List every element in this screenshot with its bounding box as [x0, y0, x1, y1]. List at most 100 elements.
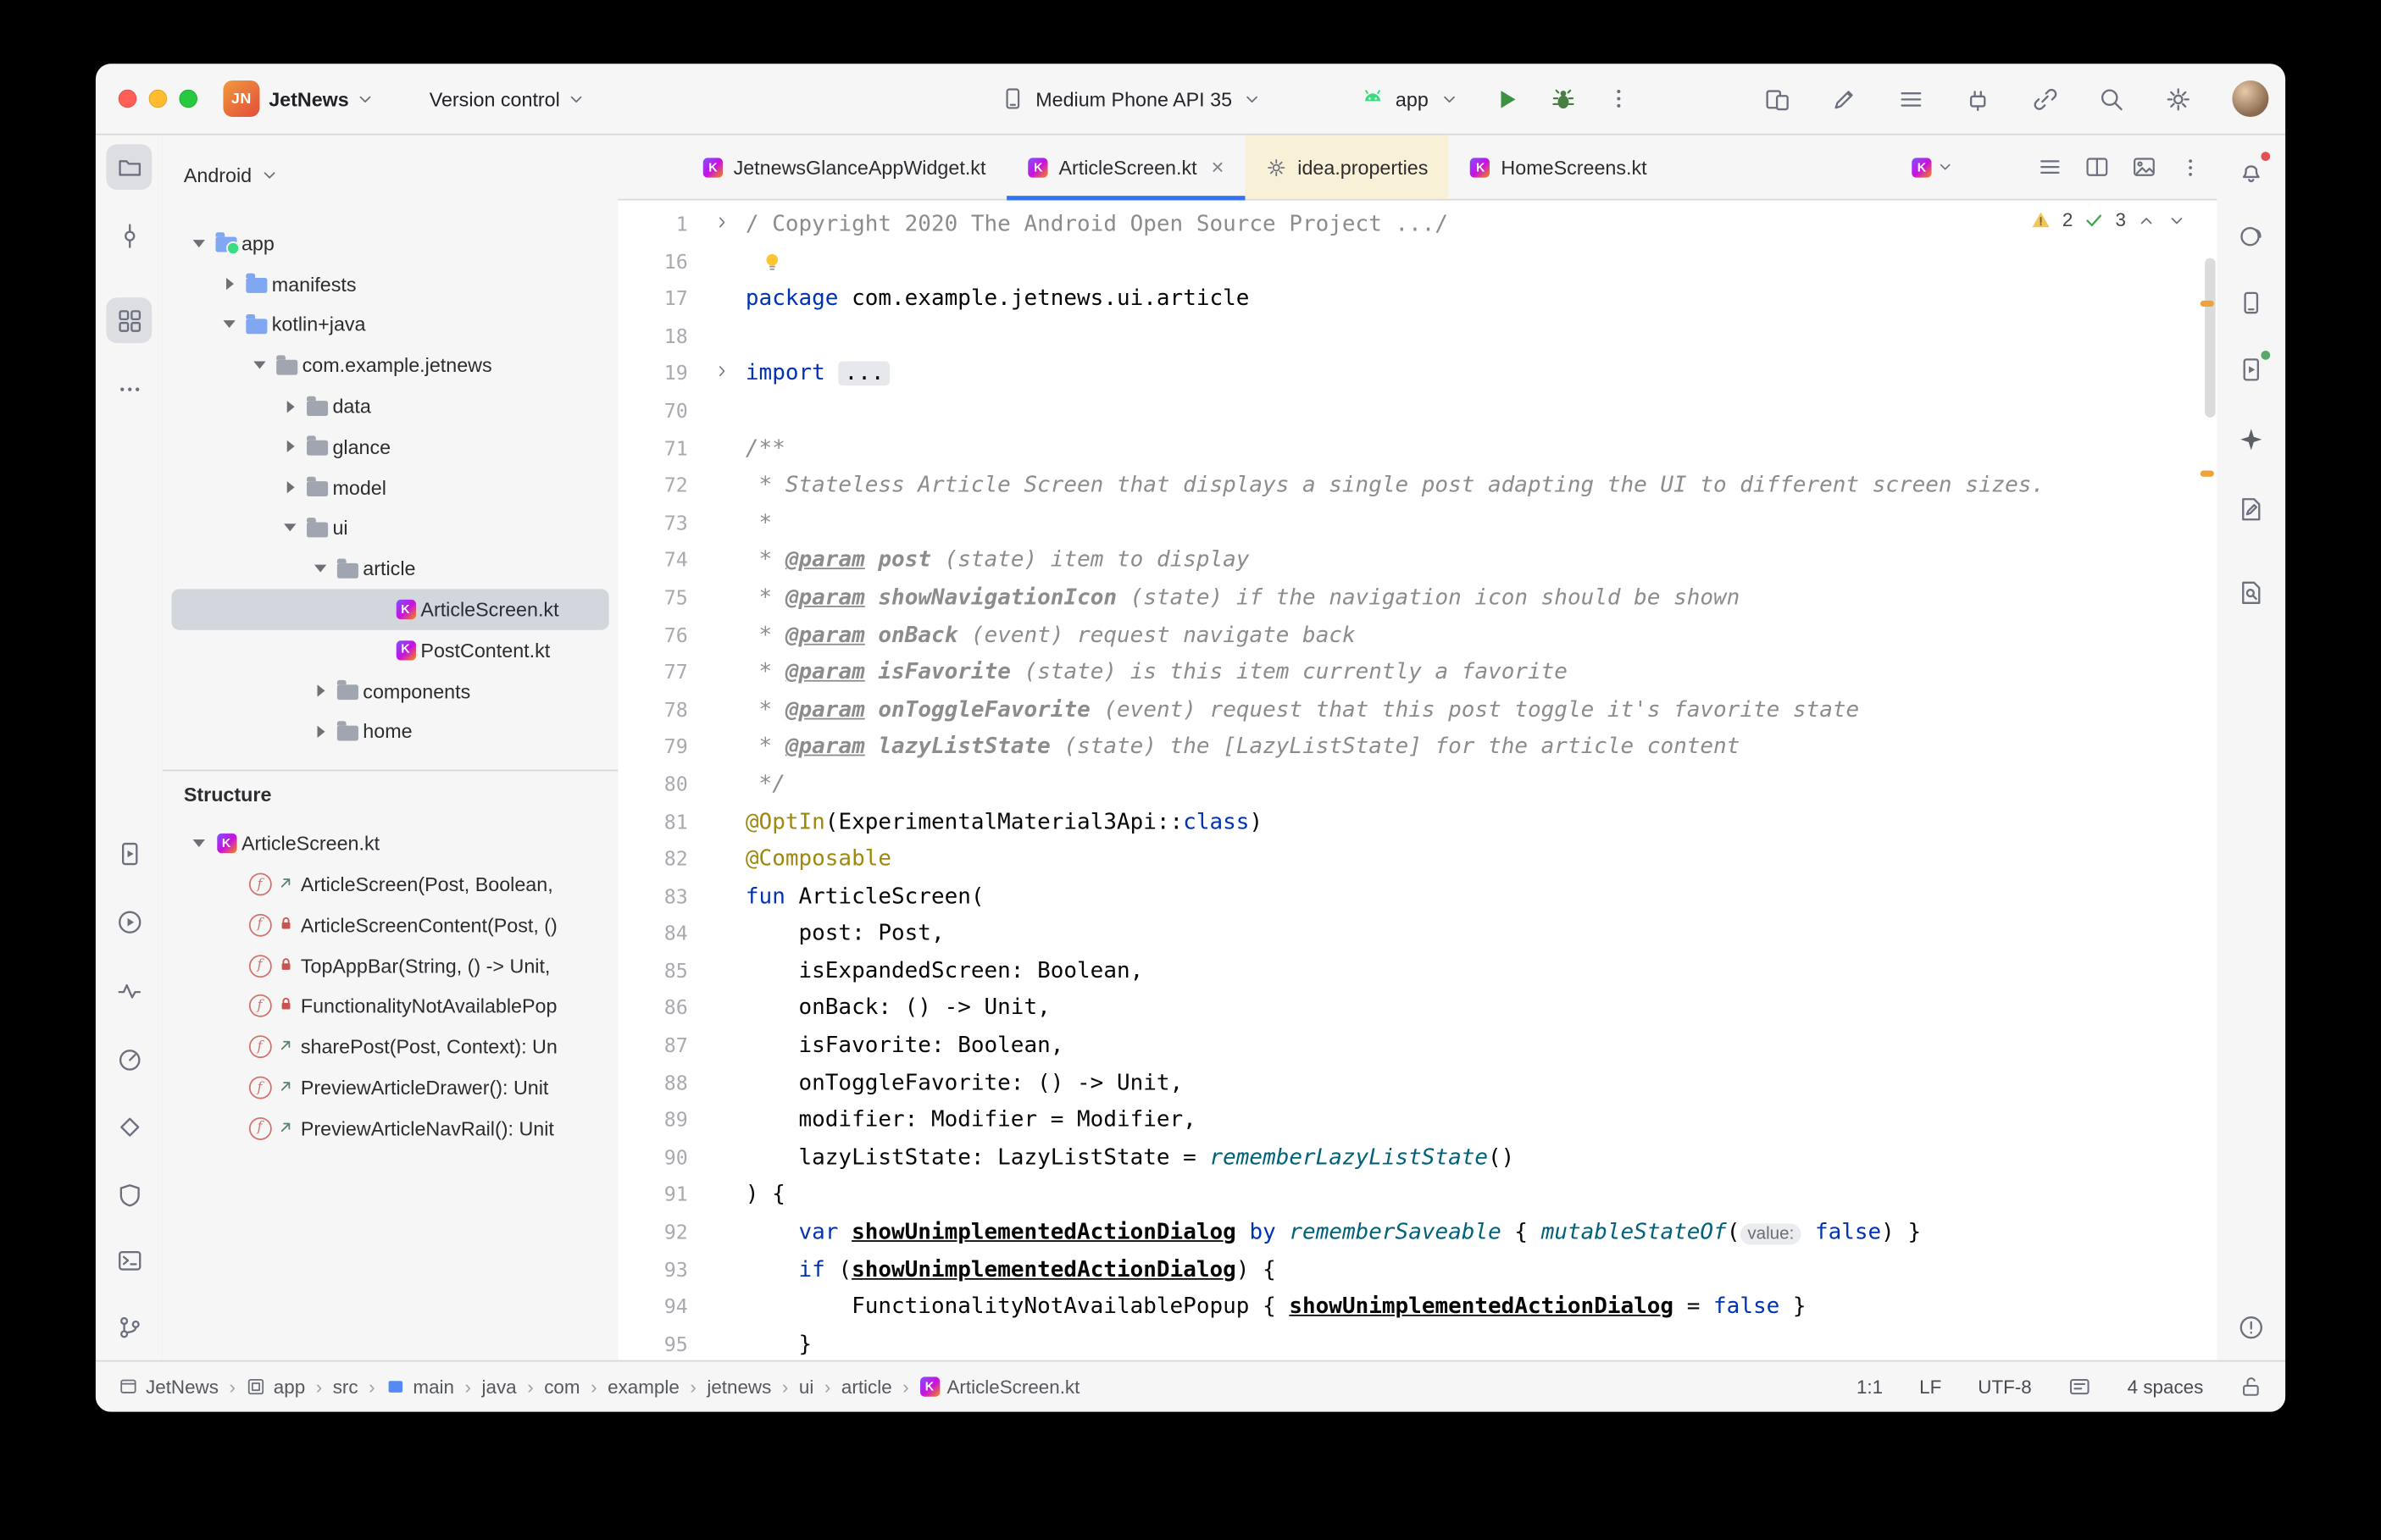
project-tree-item[interactable]: KPostContent.kt [172, 630, 609, 671]
code-line[interactable]: 94 FunctionalityNotAvailablePopup { show… [618, 1289, 2217, 1327]
more-tool-windows-tool-button[interactable] [106, 366, 152, 412]
breadcrumb-item[interactable]: example [608, 1377, 680, 1398]
preview-icon[interactable] [2132, 155, 2156, 180]
version-control-tool-button[interactable] [106, 1304, 152, 1349]
breadcrumb-item[interactable]: article [841, 1377, 892, 1398]
chevron-expanded-icon[interactable] [278, 524, 302, 532]
gemini-tool-button[interactable] [2228, 416, 2274, 462]
breadcrumb-item[interactable]: JetNews [119, 1377, 219, 1398]
inspections-widget[interactable]: 2 3 [2024, 207, 2193, 234]
line-number[interactable]: 72 [618, 469, 697, 507]
chevron-collapsed-icon[interactable] [278, 481, 302, 493]
line-number[interactable]: 85 [618, 955, 697, 992]
line-number[interactable]: 81 [618, 806, 697, 843]
editor-tab[interactable]: KJetnewsGlanceAppWidget.kt [682, 135, 1007, 198]
line-number[interactable]: 70 [618, 395, 697, 432]
chevron-expanded-icon[interactable] [308, 565, 333, 573]
running-devices-tool-button[interactable] [106, 830, 152, 876]
structure-tree-item[interactable]: fFunctionalityNotAvailablePop [172, 986, 609, 1027]
next-problem-icon[interactable] [2167, 210, 2186, 230]
structure-tree-item[interactable]: fTopAppBar(String, () -> Unit, [172, 945, 609, 986]
line-separator-widget[interactable]: LF [1919, 1377, 1941, 1398]
breadcrumb-item[interactable]: ui [799, 1377, 813, 1398]
code-line[interactable]: 74 * @param post (state) item to display [618, 542, 2217, 579]
project-tree-item[interactable]: com.example.jetnews [172, 346, 609, 386]
code-line[interactable]: 77 * @param isFavorite (state) is this i… [618, 655, 2217, 692]
code-line[interactable]: 16 [618, 244, 2217, 281]
code-line[interactable]: 82@Composable [618, 841, 2217, 878]
indent-widget-icon[interactable] [2068, 1376, 2091, 1399]
line-number[interactable]: 76 [618, 618, 697, 656]
scrollbar-warning-mark[interactable] [2201, 301, 2214, 307]
hidden-tabs-dropdown[interactable]: K [1912, 135, 1954, 198]
code-line[interactable]: 91) { [618, 1177, 2217, 1215]
editor-tab[interactable]: KHomeScreens.kt [1449, 135, 1668, 198]
project-tree-item[interactable]: manifests [172, 263, 609, 304]
code-line[interactable]: 89 modifier: Modifier = Modifier, [618, 1103, 2217, 1140]
code-line[interactable]: 18 [618, 319, 2217, 356]
project-tree-item[interactable]: app [172, 223, 609, 263]
scrollbar-warning-mark[interactable] [2201, 471, 2214, 477]
project-tree-item[interactable]: data [172, 386, 609, 427]
run-configuration-selector[interactable]: app [1361, 64, 1459, 133]
fold-marker-icon[interactable] [697, 207, 746, 244]
project-tree-item[interactable]: glance [172, 427, 609, 468]
structure-tree-item[interactable]: fArticleScreenContent(Post, () [172, 905, 609, 945]
tab-list-icon[interactable] [2038, 155, 2062, 180]
line-number[interactable]: 18 [618, 320, 697, 357]
line-number[interactable]: 73 [618, 507, 697, 544]
code-with-me-icon[interactable] [2032, 86, 2057, 111]
app-quality-insights-tool-button[interactable] [106, 1172, 152, 1217]
chevron-expanded-icon[interactable] [186, 839, 211, 847]
commit-tool-button[interactable] [106, 213, 152, 258]
more-actions-icon[interactable] [1607, 86, 1631, 111]
readonly-toggle-icon[interactable] [2239, 1376, 2262, 1399]
profile-avatar[interactable] [2232, 80, 2268, 117]
code-line[interactable]: 76 * @param onBack (event) request navig… [618, 618, 2217, 655]
project-tree-item[interactable]: article [172, 549, 609, 590]
code-line[interactable]: 90 lazyListState: LazyListState = rememb… [618, 1140, 2217, 1177]
code-line[interactable]: 81@OptIn(ExperimentalMaterial3Api::class… [618, 804, 2217, 841]
code-line[interactable]: 17package com.example.jetnews.ui.article [618, 281, 2217, 319]
profiler-tool-button[interactable] [106, 967, 152, 1013]
plugins-icon[interactable] [1965, 86, 1990, 111]
changes-tool-button[interactable] [2228, 485, 2274, 531]
run-tool-tool-button[interactable] [106, 899, 152, 944]
project-tree-item[interactable]: ui [172, 508, 609, 549]
intention-bulb-icon[interactable] [761, 251, 784, 274]
breadcrumb-item[interactable]: com [544, 1377, 580, 1398]
project-tree-item[interactable]: kotlin+java [172, 304, 609, 345]
code-line[interactable]: 78 * @param onToggleFavorite (event) req… [618, 692, 2217, 729]
code-line[interactable]: 73 * [618, 505, 2217, 542]
line-number[interactable]: 19 [618, 357, 697, 395]
encoding-widget[interactable]: UTF-8 [1978, 1377, 2031, 1398]
task-list-icon[interactable] [1898, 86, 1923, 111]
code-line[interactable]: 19import ... [618, 356, 2217, 393]
project-tree-item[interactable]: KArticleScreen.kt [172, 590, 609, 630]
project-tree-item[interactable]: model [172, 468, 609, 508]
breadcrumb-item[interactable]: jetnews [707, 1377, 771, 1398]
zoom-window-button[interactable] [179, 90, 197, 108]
notifications-bell-tool-button[interactable] [2228, 147, 2274, 193]
resource-manager-tool-button[interactable] [106, 1104, 152, 1149]
line-number[interactable]: 17 [618, 283, 697, 320]
line-number[interactable]: 82 [618, 843, 697, 880]
minimize-window-button[interactable] [149, 90, 168, 108]
breadcrumb-item[interactable]: app [247, 1377, 306, 1398]
device-selector[interactable]: Medium Phone API 35 [1001, 64, 1263, 133]
code-line[interactable]: 72 * Stateless Article Screen that displ… [618, 468, 2217, 505]
structure-tool-button[interactable] [106, 297, 152, 343]
code-line[interactable]: 84 post: Post, [618, 916, 2217, 953]
code-line[interactable]: 79 * @param lazyListState (state) the [L… [618, 729, 2217, 767]
app-inspection-tool-button[interactable] [106, 1035, 152, 1081]
line-number[interactable]: 77 [618, 656, 697, 693]
structure-tree-item[interactable]: KArticleScreen.kt [172, 823, 609, 864]
code-line[interactable]: 70 [618, 393, 2217, 430]
code-line[interactable]: 92 var showUnimplementedActionDialog by … [618, 1215, 2217, 1252]
structure-tree-item[interactable]: fPreviewArticleDrawer(): Unit [172, 1067, 609, 1108]
vcs-widget[interactable]: Version control [420, 81, 595, 116]
project-tree-item[interactable]: components [172, 671, 609, 712]
code-line[interactable]: 1/ Copyright 2020 The Android Open Sourc… [618, 207, 2217, 244]
search-everywhere-icon[interactable] [2099, 86, 2124, 111]
line-number[interactable]: 88 [618, 1066, 697, 1104]
